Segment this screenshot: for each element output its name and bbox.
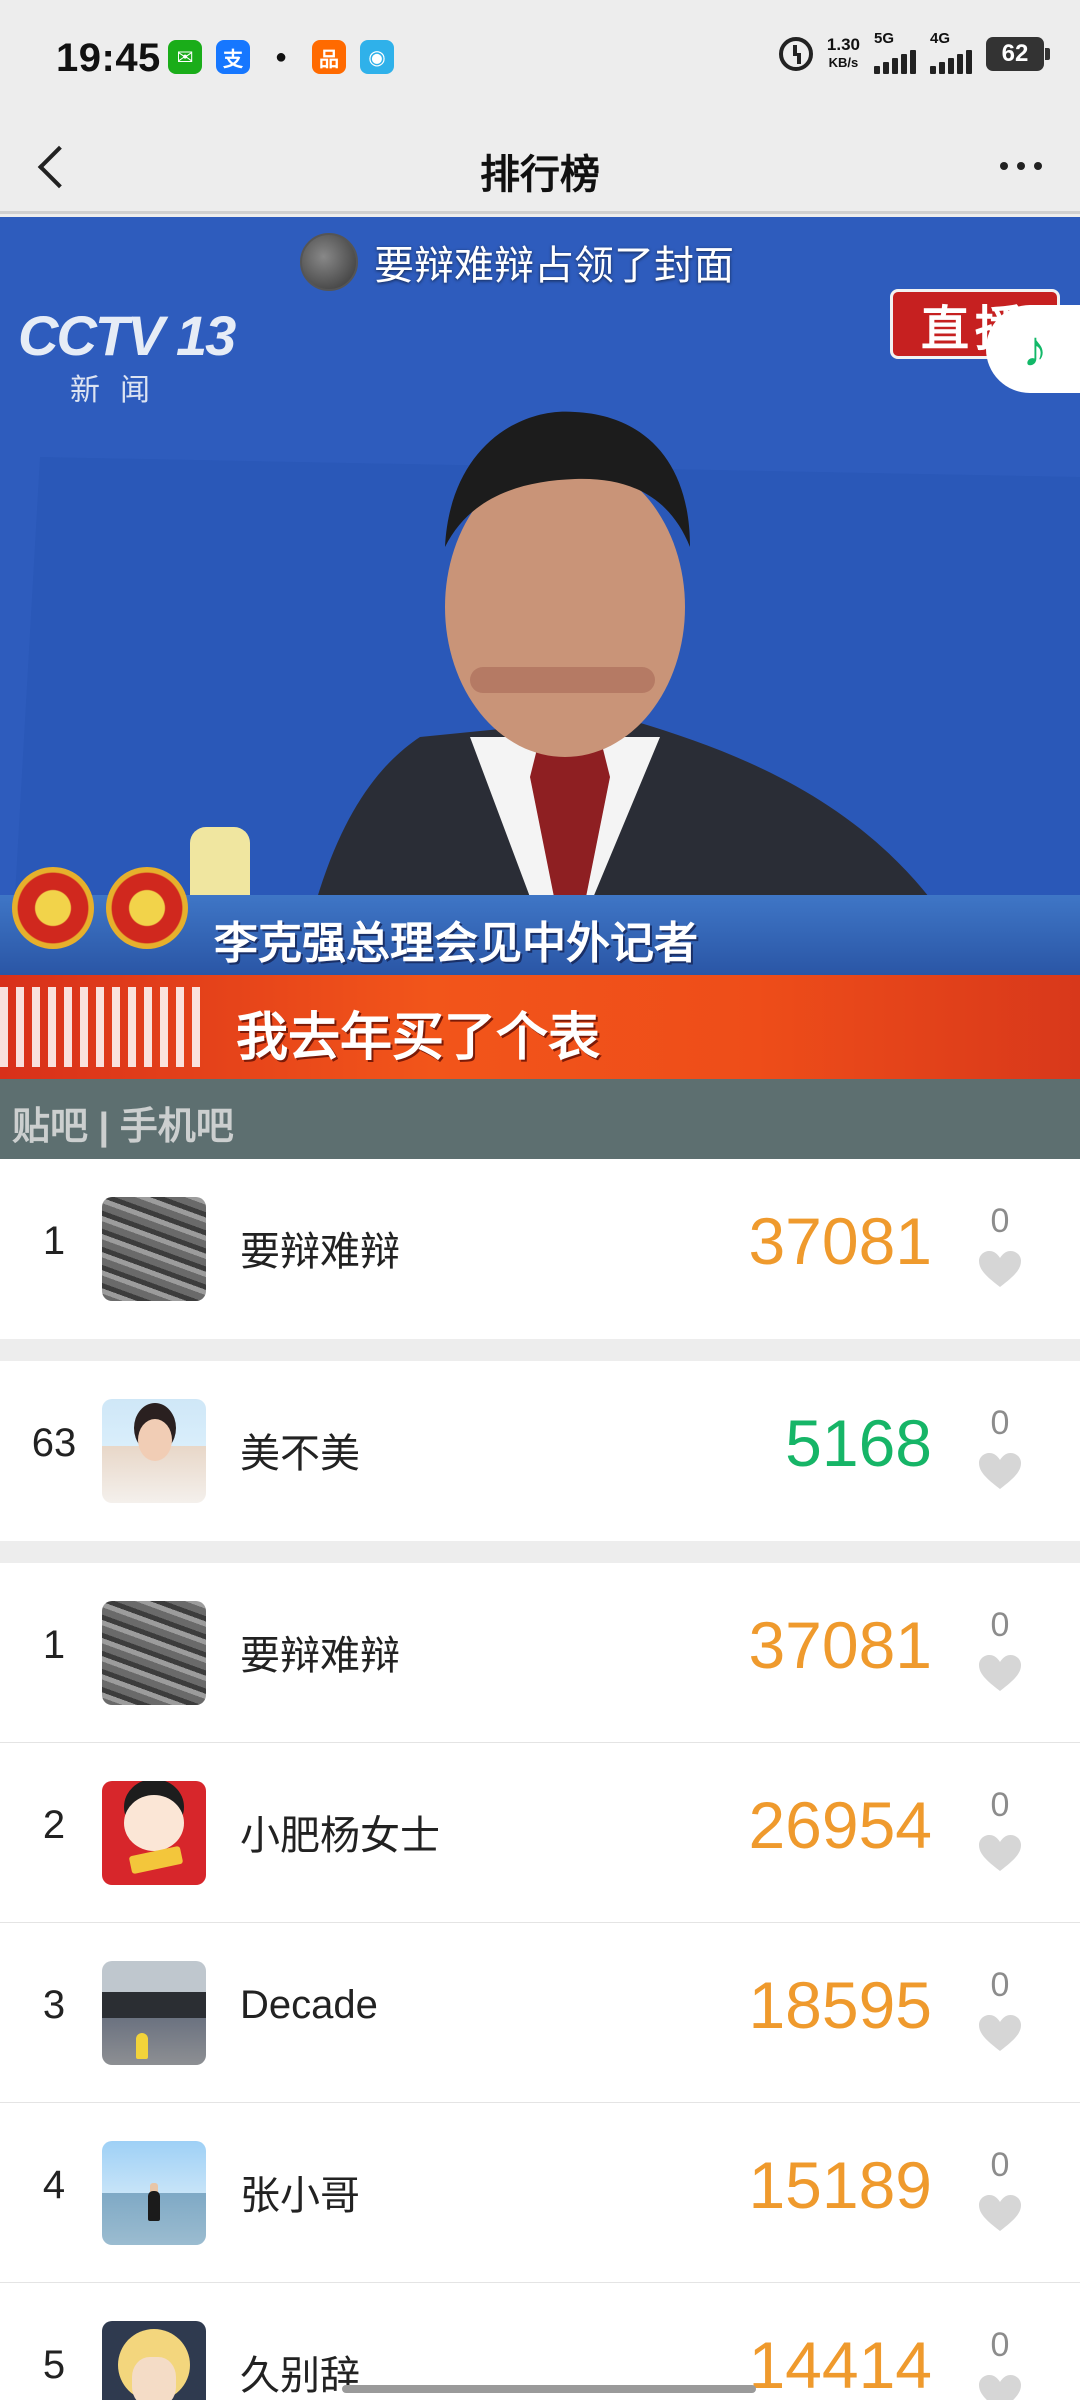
cover-owner-text: 要辩难辩占领了封面	[374, 244, 734, 288]
music-note-icon: ♪	[1022, 321, 1048, 377]
signal-4g-label: 4G	[930, 30, 951, 47]
ranking-row[interactable]: 1 要辩难辩 37081 0	[0, 1563, 1080, 1743]
ranking-row[interactable]: 4 张小哥 15189 0	[0, 2103, 1080, 2283]
like-count: 0	[990, 1606, 1010, 1644]
ticker-caption: 我去年买了个表	[236, 1009, 601, 1067]
battery-level: 62	[1001, 40, 1029, 67]
heart-icon	[979, 2195, 1021, 2231]
step-count: 26954	[748, 1788, 932, 1862]
ranking-row[interactable]: 5 久别辞 14414 0	[0, 2283, 1080, 2400]
home-indicator[interactable]	[342, 2385, 756, 2393]
page-title: 排行榜	[480, 153, 600, 197]
ticker-headline: 李克强总理会见中外记者	[214, 919, 698, 968]
avatar[interactable]	[102, 1781, 206, 1885]
watermark-strip: 贴吧 | 手机吧	[0, 1079, 1080, 1159]
avatar[interactable]	[102, 1197, 206, 1301]
like-count: 0	[990, 1404, 1010, 1442]
avatar[interactable]	[102, 1601, 206, 1705]
like-count: 0	[990, 2146, 1010, 2184]
like-button[interactable]: 0	[976, 1203, 1024, 1294]
wechat-icon: ✉	[168, 40, 202, 74]
qq-icon: ●	[264, 40, 298, 74]
battery-icon: 62	[986, 37, 1050, 71]
user-name: 美不美	[240, 1432, 360, 1476]
user-name: Decade	[240, 1983, 378, 2027]
step-count: 18595	[748, 1968, 932, 2042]
user-name: 要辩难辩	[240, 1230, 400, 1274]
alarm-icon	[778, 37, 813, 71]
like-count: 0	[990, 1786, 1010, 1824]
ticker-stripes	[0, 987, 200, 1067]
heart-icon	[979, 1251, 1021, 1287]
signal-4g-icon: 4G	[930, 30, 972, 74]
status-bar: 19:45 ✉ 支 ● 品 ◉ 1.30 KB/s 5G 4G 62	[0, 0, 1080, 118]
step-count: 15189	[748, 2148, 932, 2222]
app-orange-icon: 品	[312, 40, 346, 74]
like-button[interactable]: 0	[976, 1607, 1024, 1698]
cover-owner: 要辩难辩占领了封面	[300, 233, 734, 291]
heart-icon	[979, 2015, 1021, 2051]
rank-number: 3	[42, 1983, 66, 2027]
nav-bar: 排行榜	[0, 118, 1080, 214]
music-button[interactable]: ♪	[986, 305, 1080, 393]
signal-5g-label: 5G	[874, 30, 895, 47]
emblem-icon	[12, 867, 94, 949]
like-button[interactable]: 0	[976, 1967, 1024, 2058]
avatar[interactable]	[102, 1961, 206, 2065]
rank-number: 63	[31, 1421, 77, 1465]
avatar[interactable]	[102, 2141, 206, 2245]
user-name: 小肥杨女士	[240, 1814, 440, 1858]
watermark-text: 贴吧 | 手机吧	[12, 1106, 234, 1148]
rank-number: 1	[42, 1623, 66, 1667]
more-options-button[interactable]	[1000, 162, 1042, 170]
like-button[interactable]: 0	[976, 2147, 1024, 2238]
ranking-row[interactable]: 63 美不美 5168 0	[0, 1361, 1080, 1541]
net-speed-value: 1.30	[826, 35, 860, 54]
alipay-icon: 支	[216, 40, 250, 74]
net-speed: 1.30 KB/s	[827, 36, 860, 72]
like-button[interactable]: 0	[976, 1787, 1024, 1878]
like-button[interactable]: 0	[976, 1405, 1024, 1496]
like-count: 0	[990, 2326, 1010, 2364]
ranking-row[interactable]: 3 Decade 18595 0	[0, 1923, 1080, 2103]
cover-banner: 要辩难辩占领了封面 CCTV 13 新闻 直播 ♪ 李克强总理会见中外记者 我去…	[0, 217, 1080, 1159]
step-count: 37081	[748, 1608, 932, 1682]
ranking-list: 1 要辩难辩 37081 0 63 美不美 5168 0 1 要辩难辩 3708…	[0, 1159, 1080, 2400]
ranking-row[interactable]: 2 小肥杨女士 26954 0	[0, 1743, 1080, 1923]
avatar[interactable]	[102, 2321, 206, 2400]
avatar[interactable]	[102, 1399, 206, 1503]
ranking-row[interactable]: 1 要辩难辩 37081 0	[0, 1159, 1080, 1339]
heart-icon	[979, 1655, 1021, 1691]
rank-number: 2	[42, 1803, 66, 1847]
step-count: 14414	[748, 2328, 932, 2400]
step-count: 5168	[785, 1406, 932, 1480]
step-count: 37081	[748, 1204, 932, 1278]
cover-owner-avatar	[300, 233, 358, 291]
rank-number: 4	[42, 2163, 66, 2207]
heart-icon	[979, 2375, 1021, 2400]
notification-icons: ✉ 支 ● 品 ◉	[168, 40, 394, 74]
channel-sub: 新闻	[70, 374, 170, 407]
signal-5g-icon: 5G	[874, 30, 916, 74]
rank-number: 5	[42, 2343, 66, 2387]
rank-number: 1	[42, 1219, 66, 1263]
like-count: 0	[990, 1202, 1010, 1240]
user-name: 张小哥	[240, 2174, 360, 2218]
heart-icon	[979, 1453, 1021, 1489]
wifi-app-icon: ◉	[360, 40, 394, 74]
net-speed-unit: KB/s	[828, 55, 859, 70]
like-button[interactable]: 0	[976, 2327, 1024, 2400]
emblem-icon	[106, 867, 188, 949]
like-count: 0	[990, 1966, 1010, 2004]
heart-icon	[979, 1835, 1021, 1871]
channel-logo: CCTV 13	[18, 304, 236, 367]
system-indicators: 1.30 KB/s 5G 4G 62	[778, 30, 1050, 74]
status-time: 19:45	[56, 36, 161, 80]
user-name: 要辩难辩	[240, 1634, 400, 1678]
